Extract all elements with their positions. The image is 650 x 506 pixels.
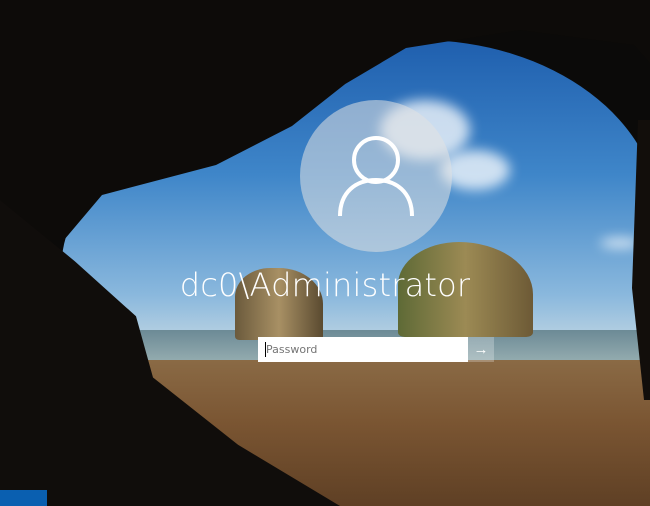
username: dc0\Administrator	[179, 266, 471, 304]
user-icon	[338, 136, 414, 217]
text-caret	[265, 342, 266, 357]
lock-screen-background	[0, 0, 650, 506]
password-input[interactable]	[258, 337, 468, 362]
arrow-right-icon: →	[473, 341, 489, 358]
submit-button[interactable]: →	[468, 337, 494, 362]
user-avatar	[300, 100, 452, 252]
accent-block	[0, 490, 47, 506]
